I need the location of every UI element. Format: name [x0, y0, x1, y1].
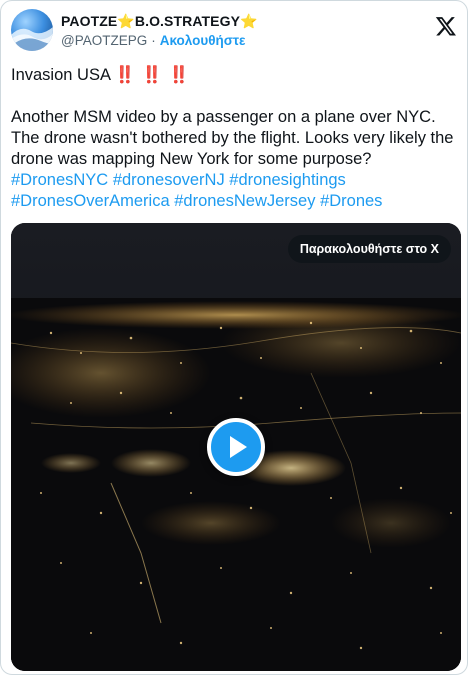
watch-on-x-button[interactable]: Παρακολουθήστε στο Χ [287, 235, 451, 263]
follow-button[interactable]: Ακολουθήστε [160, 33, 246, 48]
tweet-line-1: Invasion USA ‼️ ‼️ ‼️ [11, 65, 461, 86]
hashtag-drones[interactable]: #Drones [320, 192, 382, 210]
display-name[interactable]: PAOTZE⭐B.O.STRATEGY⭐ [61, 13, 258, 30]
tweet-card: PAOTZE⭐B.O.STRATEGY⭐ @PAOTZEPG · Ακολουθ… [0, 0, 468, 675]
hashtag-dronesoveramerica[interactable]: #DronesOverAmerica [11, 192, 170, 210]
play-button[interactable] [207, 418, 265, 476]
handle[interactable]: @PAOTZEPG [61, 33, 147, 48]
hashtag-dronesnyc[interactable]: #DronesNYC [11, 171, 108, 189]
name-row: PAOTZE⭐B.O.STRATEGY⭐ [61, 13, 258, 30]
x-logo-icon[interactable] [435, 15, 457, 37]
double-exclamation-emoji: ‼️ ‼️ ‼️ [114, 66, 191, 84]
avatar[interactable] [11, 9, 53, 51]
hashtag-dronesightings[interactable]: #dronesightings [229, 171, 346, 189]
hashtag-dronesnewjersey[interactable]: #dronesNewJersey [174, 192, 315, 210]
video-player[interactable]: Παρακολουθήστε στο Χ [11, 223, 461, 671]
tweet-title: Invasion USA [11, 66, 111, 84]
tweet-header: PAOTZE⭐B.O.STRATEGY⭐ @PAOTZEPG · Ακολουθ… [11, 9, 459, 55]
tweet-body: Another MSM video by a passenger on a pl… [11, 108, 454, 168]
play-icon [230, 436, 247, 458]
separator-dot: · [151, 33, 156, 48]
tweet-text: Invasion USA ‼️ ‼️ ‼️ Another MSM video … [11, 65, 461, 212]
handle-row: @PAOTZEPG · Ακολουθήστε [61, 33, 245, 48]
hashtag-dronesovernj[interactable]: #dronesoverNJ [113, 171, 225, 189]
tweet-body-paragraph: Another MSM video by a passenger on a pl… [11, 107, 461, 212]
